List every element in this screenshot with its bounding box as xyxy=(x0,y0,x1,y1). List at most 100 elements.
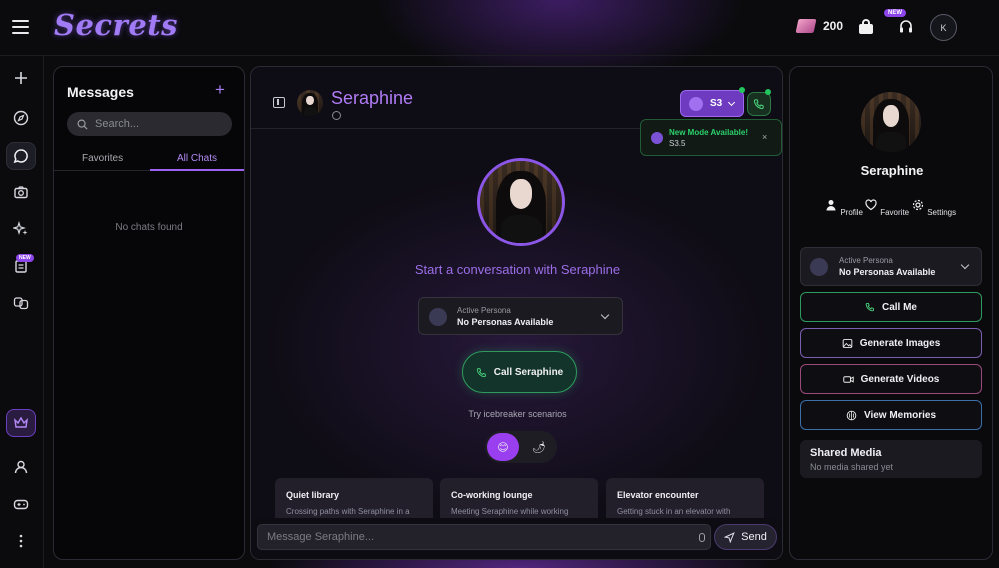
tab-favorites[interactable]: Favorites xyxy=(82,153,123,164)
persona-label: Active Persona xyxy=(839,256,893,265)
empty-state-text: No chats found xyxy=(115,222,183,233)
generate-images-label: Generate Images xyxy=(859,337,941,349)
close-icon[interactable]: × xyxy=(762,132,767,142)
compass-icon[interactable] xyxy=(6,104,36,132)
send-icon xyxy=(724,531,735,543)
scenario-title: Elevator encounter xyxy=(617,490,699,500)
chili-emoji-icon[interactable]: 🌶 xyxy=(523,433,555,461)
send-button[interactable]: Send xyxy=(714,524,777,550)
image-icon xyxy=(842,338,852,348)
scenario-desc: Crossing paths with Seraphine in a xyxy=(286,507,410,516)
new-mode-toast: New Mode Available! S3.5 × xyxy=(640,119,782,156)
search-input[interactable] xyxy=(95,118,215,130)
menu-icon[interactable] xyxy=(12,20,29,34)
status-dot xyxy=(739,87,745,93)
gem-icon xyxy=(795,19,817,33)
credits-display[interactable]: 200 xyxy=(795,19,844,33)
profile-panel: Seraphine Profile Favorite Settings Acti… xyxy=(789,66,993,560)
chevron-down-icon xyxy=(960,260,970,270)
persona-icon xyxy=(429,308,447,326)
call-status-dot xyxy=(765,89,771,95)
phone-icon xyxy=(753,99,764,110)
toast-subtitle: S3.5 xyxy=(669,139,686,148)
scenario-desc: Getting stuck in an elevator with xyxy=(617,507,731,516)
message-field[interactable] xyxy=(257,524,711,550)
new-chat-plus-icon[interactable] xyxy=(6,64,36,92)
more-vertical-icon[interactable] xyxy=(6,527,36,555)
generate-images-button[interactable]: Generate Images xyxy=(800,328,982,358)
shared-media-title: Shared Media xyxy=(810,447,882,459)
shared-media-section: Shared Media No media shared yet xyxy=(800,440,982,478)
smile-emoji-icon[interactable]: 😊 xyxy=(487,433,519,461)
chat-bubble-icon[interactable] xyxy=(6,142,36,170)
persona-selector[interactable]: Active Persona No Personas Available xyxy=(418,297,623,335)
microphone-icon[interactable] xyxy=(699,533,705,542)
sparkles-icon[interactable] xyxy=(6,215,36,243)
scenario-desc: Meeting Seraphine while working xyxy=(451,507,569,516)
persona-value: No Personas Available xyxy=(839,267,936,277)
character-portrait xyxy=(477,158,565,246)
favorite-action[interactable]: Favorite xyxy=(862,199,912,218)
active-tab-underline xyxy=(150,169,244,171)
profile-persona-selector[interactable]: Active Persona No Personas Available xyxy=(800,247,982,286)
brain-icon xyxy=(846,410,857,420)
profile-name: Seraphine xyxy=(860,163,924,178)
call-button[interactable] xyxy=(747,92,771,116)
headset-icon[interactable] xyxy=(898,19,914,35)
top-bar: Secrets 200 NEW K xyxy=(0,0,999,56)
user-icon[interactable] xyxy=(6,453,36,481)
gear-icon xyxy=(912,199,923,211)
persona-label: Active Persona xyxy=(457,306,511,315)
shopping-bag-icon[interactable] xyxy=(859,19,873,34)
call-me-label: Call Me xyxy=(881,301,917,313)
call-character-button[interactable]: Call Seraphine xyxy=(462,351,577,393)
user-icon xyxy=(826,200,836,211)
persona-value: No Personas Available xyxy=(457,317,554,327)
character-settings-icon[interactable] xyxy=(332,111,341,120)
character-name[interactable]: Seraphine xyxy=(331,88,413,109)
logo[interactable]: Secrets xyxy=(54,8,178,42)
rail-new-badge: NEW xyxy=(16,254,34,262)
generate-videos-label: Generate Videos xyxy=(860,373,940,385)
sidebar-toggle-icon[interactable] xyxy=(273,97,285,108)
search-field[interactable] xyxy=(67,112,232,136)
search-icon xyxy=(77,119,88,130)
character-avatar[interactable] xyxy=(297,90,323,116)
camera-icon[interactable] xyxy=(6,178,36,206)
model-icon xyxy=(689,96,703,111)
icon-rail: NEW xyxy=(0,56,44,568)
settings-action-label: Settings xyxy=(927,208,957,217)
profile-avatar xyxy=(861,92,921,152)
new-badge: NEW xyxy=(884,9,906,17)
gamepad-icon[interactable] xyxy=(6,490,36,518)
add-chat-plus-icon[interactable]: + xyxy=(215,80,225,100)
scenario-card[interactable]: Elevator encounter Getting stuck in an e… xyxy=(606,478,764,518)
view-memories-button[interactable]: View Memories xyxy=(800,400,982,430)
model-selector-button[interactable]: S3 xyxy=(680,90,744,117)
model-label: S3 xyxy=(710,98,723,109)
start-conversation-text: Start a conversation with Seraphine xyxy=(414,262,621,277)
call-me-button[interactable]: Call Me xyxy=(800,292,982,322)
scenario-title: Quiet library xyxy=(286,490,340,500)
scenario-card[interactable]: Co-working lounge Meeting Seraphine whil… xyxy=(440,478,598,518)
masks-icon[interactable] xyxy=(6,289,36,317)
settings-action[interactable]: Settings xyxy=(909,199,959,218)
video-icon xyxy=(842,375,854,383)
message-input-row: Send xyxy=(251,518,782,559)
generate-videos-button[interactable]: Generate Videos xyxy=(800,364,982,394)
tab-all-chats[interactable]: All Chats xyxy=(177,153,217,164)
message-input[interactable] xyxy=(258,531,678,543)
scenario-title: Co-working lounge xyxy=(451,490,533,500)
crown-icon[interactable] xyxy=(6,409,36,437)
send-label: Send xyxy=(741,531,767,543)
persona-icon xyxy=(810,258,828,276)
messages-title: Messages xyxy=(67,84,134,100)
user-avatar[interactable]: K xyxy=(930,14,957,41)
icebreaker-text: Try icebreaker scenarios xyxy=(468,409,567,419)
scenario-card[interactable]: Quiet library Crossing paths with Seraph… xyxy=(275,478,433,518)
profile-action-label: Profile xyxy=(840,208,864,217)
chevron-down-icon xyxy=(600,310,610,320)
phone-icon xyxy=(476,367,486,377)
info-icon xyxy=(651,132,663,144)
credits-value: 200 xyxy=(823,19,844,33)
